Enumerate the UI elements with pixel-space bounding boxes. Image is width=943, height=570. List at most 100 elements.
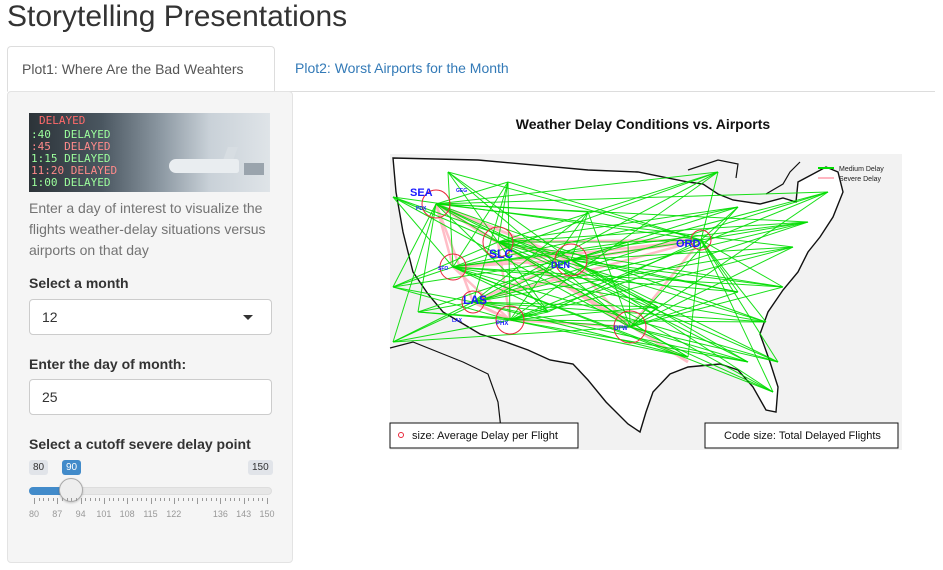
code-sea: SEA [410, 187, 433, 199]
month-select-value: 12 [42, 309, 58, 325]
slider-tick [122, 498, 124, 501]
slider-tick [164, 498, 166, 501]
slider-tick [57, 498, 59, 504]
slider-tick [52, 498, 54, 501]
slider-tick [61, 498, 63, 501]
slider-tick [103, 498, 105, 504]
banner-text-2: :40 DELAYED [31, 128, 111, 141]
slider-tick [159, 498, 161, 501]
slider-tick [215, 498, 217, 501]
slider-tick [47, 498, 49, 501]
slider-tick [229, 498, 231, 501]
sidebar-panel: DELAYED :40 DELAYED :45 DELAYED 1:15 DEL… [7, 91, 293, 563]
slider-tick-label: 94 [75, 509, 86, 519]
day-label: Enter the day of month: [29, 356, 187, 372]
slider-tick [150, 498, 152, 504]
slider-tick-label: 87 [52, 509, 63, 519]
slider-tick [155, 498, 157, 501]
month-select[interactable]: 12 [29, 299, 272, 335]
slider-tick [262, 498, 264, 501]
slider-tick [113, 498, 115, 501]
slider-tick [173, 498, 175, 504]
code-slc: SLC [489, 247, 513, 261]
map-svg: SEA SLC DEN LAS ORD PDX GEG SFO LAX PHX … [389, 154, 902, 450]
code-legend: Code size: Total Delayed Flights [704, 422, 899, 449]
code-geg: GEG [456, 188, 467, 194]
slider-tick [257, 498, 259, 501]
code-lax: LAX [452, 318, 463, 324]
slider-tick [66, 498, 68, 501]
slider-tick [197, 498, 199, 504]
slider-max-badge: 150 [248, 460, 273, 475]
banner-text-3: :45 DELAYED [31, 140, 111, 153]
day-input-value: 25 [42, 389, 58, 405]
slider-tick [89, 498, 91, 501]
tab-bar: Plot1: Where Are the Bad Weahters Plot2:… [7, 46, 935, 92]
size-legend: size: Average Delay per Flight [389, 422, 579, 449]
slider-tick-label: 80 [28, 509, 40, 519]
legend-severe-label: Severe Delay [839, 176, 882, 183]
month-label: Select a month [29, 275, 129, 291]
slider-tick [183, 498, 185, 501]
code-sfo: SFO [438, 266, 448, 272]
slider-tick-label: 115 [143, 509, 158, 519]
slider-tick [253, 498, 255, 501]
tab-plot1[interactable]: Plot1: Where Are the Bad Weahters [7, 46, 275, 92]
banner-text-1: DELAYED [39, 114, 86, 127]
weather-delay-map-plot: Weather Delay Conditions vs. Airports SE… [388, 112, 908, 454]
banner-text-5: 11:20 DELAYED [31, 164, 118, 177]
slider-tick [131, 498, 133, 501]
slider-ticks [34, 498, 268, 506]
slider-tick [169, 498, 171, 501]
slider-tick [80, 498, 82, 504]
cutoff-label: Select a cutoff severe delay point [29, 436, 251, 452]
slider-tick [94, 498, 96, 501]
banner-text-4: 1:15 DELAYED [31, 152, 111, 165]
slider-tick [234, 498, 236, 501]
slider-tick [201, 498, 203, 501]
code-phx: PHX [496, 321, 508, 327]
code-legend-label: Code size: Total Delayed Flights [724, 430, 881, 442]
slider-tick [267, 498, 268, 504]
code-las: LAS [463, 293, 487, 307]
slider-tick [117, 498, 119, 501]
slider-tick [136, 498, 138, 501]
code-ord: ORD [676, 238, 701, 250]
jet-bridge [244, 163, 264, 175]
banner-text-6: 1:00 DELAYED [31, 176, 111, 189]
slider-tick [243, 498, 245, 504]
slider-tick-label: 150 [259, 509, 275, 519]
code-dfw: DFW [614, 326, 628, 332]
slider-tick [239, 498, 241, 501]
legend-medium-label: Medium Delay [839, 166, 884, 173]
slider-tick-label: 136 [212, 509, 228, 519]
slider-tick-label: 143 [236, 509, 252, 519]
slider-tick [225, 498, 227, 501]
slider-tick [141, 498, 143, 501]
slider-tick [220, 498, 222, 504]
day-input[interactable]: 25 [29, 379, 272, 415]
code-pdx: PDX [416, 206, 427, 212]
slider-tick [206, 498, 208, 501]
slider-tick [85, 498, 87, 501]
slider-value-badge: 90 [62, 460, 82, 475]
size-legend-label: size: Average Delay per Flight [412, 430, 558, 442]
tab-plot2[interactable]: Plot2: Worst Airports for the Month [281, 46, 523, 90]
slider-tick [99, 498, 101, 501]
delayed-flights-banner-image: DELAYED :40 DELAYED :45 DELAYED 1:15 DEL… [29, 113, 270, 192]
slider-tick [34, 498, 35, 504]
slider-tick [71, 498, 73, 501]
slider-tick [127, 498, 129, 504]
slider-tick [145, 498, 147, 501]
slider-tick [192, 498, 194, 501]
slider-tick-label: 101 [96, 509, 112, 519]
slider-tick-label: 108 [119, 509, 135, 519]
slider-tick [75, 498, 77, 501]
slider-tick [38, 498, 40, 501]
slider-tick [187, 498, 189, 501]
airplane-body [169, 159, 239, 173]
slider-tick [178, 498, 180, 501]
slider-tick [211, 498, 213, 501]
slider-tick-label: 122 [166, 509, 182, 519]
page-title: Storytelling Presentations [7, 0, 348, 33]
